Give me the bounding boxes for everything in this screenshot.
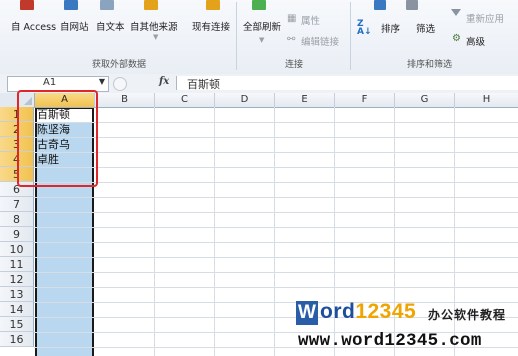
properties-button[interactable]: 属性 — [301, 13, 320, 27]
row-header-11[interactable]: 11 — [0, 257, 34, 272]
group-label-get-external: 获取外部数据 — [92, 60, 147, 70]
row-header-16[interactable]: 16 — [0, 332, 34, 347]
watermark-logo-number: 12345 — [355, 300, 417, 323]
text-icon — [100, 0, 114, 10]
properties-icon: ▦ — [287, 13, 297, 24]
grid-line — [34, 227, 518, 228]
row-header-7[interactable]: 7 — [0, 197, 34, 212]
grid-line — [274, 107, 275, 356]
grid-line — [34, 182, 518, 183]
existing-connections-icon — [206, 0, 220, 10]
row-header-13[interactable]: 13 — [0, 287, 34, 302]
watermark-logo-ord: ord — [320, 300, 356, 323]
formula-input[interactable]: 百斯顿 — [176, 76, 518, 91]
reapply-icon — [451, 9, 461, 17]
insert-function-icon[interactable]: fx — [159, 76, 169, 87]
column-header-h[interactable]: H — [455, 93, 518, 108]
row-header-10[interactable]: 10 — [0, 242, 34, 257]
column-header-g[interactable]: G — [395, 93, 455, 108]
sort-button[interactable]: 排序 — [381, 21, 400, 35]
advanced-button[interactable]: 高级 — [466, 34, 485, 48]
column-header-f[interactable]: F — [335, 93, 395, 108]
highlight-box — [17, 90, 98, 187]
reapply-button[interactable]: 重新应用 — [466, 11, 504, 25]
from-text-button[interactable]: 自文本 — [96, 19, 125, 33]
grid-line — [214, 107, 215, 356]
group-separator — [236, 2, 237, 70]
web-icon — [64, 0, 78, 10]
formula-bar-resize-icon — [113, 77, 127, 91]
row-header-9[interactable]: 9 — [0, 227, 34, 242]
column-header-d[interactable]: D — [215, 93, 275, 108]
ribbon: 自 Access 自网站 自文本 自其他来源 ▼ 现有连接 获取外部数据 全部刷… — [0, 0, 518, 75]
row-header-15[interactable]: 15 — [0, 317, 34, 332]
grid-line — [34, 212, 518, 213]
column-header-e[interactable]: E — [275, 93, 335, 108]
advanced-icon: ⚙ — [452, 33, 461, 44]
other-sources-icon — [144, 0, 158, 10]
grid-line — [154, 107, 155, 356]
sort-icon — [374, 0, 386, 10]
row-header-14[interactable]: 14 — [0, 302, 34, 317]
name-box-value: A1 — [43, 77, 57, 88]
watermark-tagline: 办公软件教程 — [428, 308, 507, 322]
group-label-sort-filter: 排序和筛选 — [407, 60, 453, 70]
group-separator — [350, 2, 351, 70]
filter-button[interactable]: 筛选 — [416, 21, 435, 35]
grid-line — [34, 122, 518, 123]
column-header-b[interactable]: B — [95, 93, 155, 108]
watermark-url: www.word12345.com — [298, 331, 482, 351]
from-access-button[interactable]: 自 Access — [11, 19, 56, 33]
grid-line — [34, 167, 518, 168]
from-other-sources-button[interactable]: 自其他来源 — [130, 19, 178, 33]
refresh-all-button[interactable]: 全部刷新 — [243, 19, 281, 33]
row-header-8[interactable]: 8 — [0, 212, 34, 227]
existing-connections-button[interactable]: 现有连接 — [192, 19, 230, 33]
sort-az-icon[interactable]: Z A↓ — [357, 20, 372, 37]
access-icon — [20, 0, 34, 10]
funnel-icon — [451, 9, 461, 16]
from-web-button[interactable]: 自网站 — [60, 19, 89, 33]
refresh-dropdown-icon: ▼ — [259, 36, 265, 44]
grid-line — [34, 152, 518, 153]
grid-line — [34, 242, 518, 243]
grid-line — [34, 257, 518, 258]
group-label-connections: 连接 — [285, 60, 304, 70]
dropdown-arrow-icon: ▼ — [153, 33, 159, 41]
edit-links-button[interactable]: 编辑链接 — [301, 34, 339, 48]
grid-line — [34, 287, 518, 288]
watermark: W ord12345 办公软件教程 www.word12345.com — [296, 300, 518, 356]
column-header-c[interactable]: C — [155, 93, 215, 108]
edit-links-icon: ⚯ — [287, 34, 296, 45]
filter-top-icon — [406, 0, 418, 10]
name-box-dropdown-icon[interactable]: ▼ — [99, 77, 105, 86]
watermark-logo-w: W — [296, 301, 318, 325]
grid-line — [34, 197, 518, 198]
refresh-icon — [252, 0, 266, 10]
row-header-12[interactable]: 12 — [0, 272, 34, 287]
grid-line — [34, 137, 518, 138]
grid-line — [34, 272, 518, 273]
watermark-logo-text: ord12345 — [320, 300, 416, 324]
